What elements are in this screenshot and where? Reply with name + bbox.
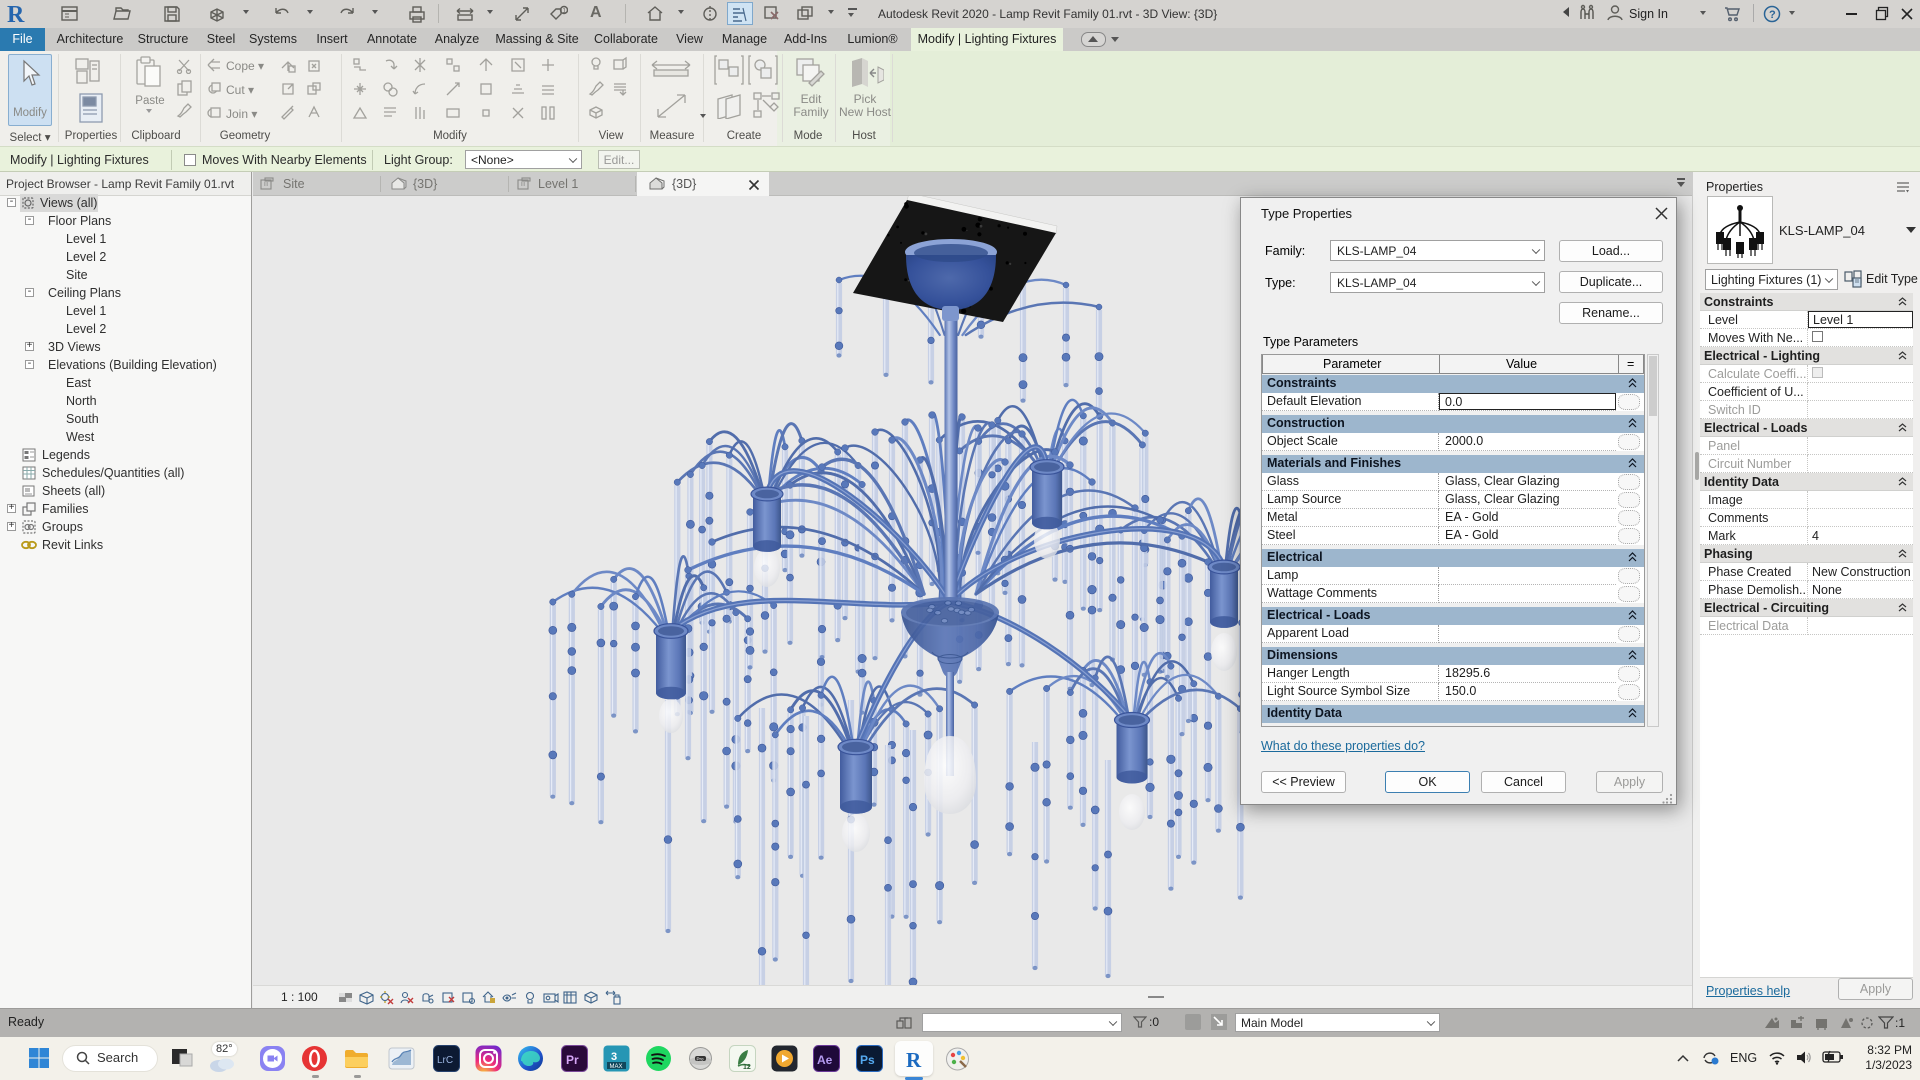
svg-text:Ae: Ae xyxy=(817,1053,833,1067)
svg-text:?: ? xyxy=(1769,9,1776,21)
svg-text:Ps: Ps xyxy=(860,1053,875,1067)
svg-text:LrC: LrC xyxy=(437,1055,453,1066)
svg-text:Pro: Pro xyxy=(697,1057,705,1062)
svg-text:Pr: Pr xyxy=(566,1053,579,1067)
svg-text:12: 12 xyxy=(743,1064,751,1071)
svg-text:R: R xyxy=(906,1048,922,1072)
svg-text:MAX: MAX xyxy=(610,1064,623,1070)
svg-text:R: R xyxy=(7,2,25,27)
svg-text:3: 3 xyxy=(611,1051,617,1063)
